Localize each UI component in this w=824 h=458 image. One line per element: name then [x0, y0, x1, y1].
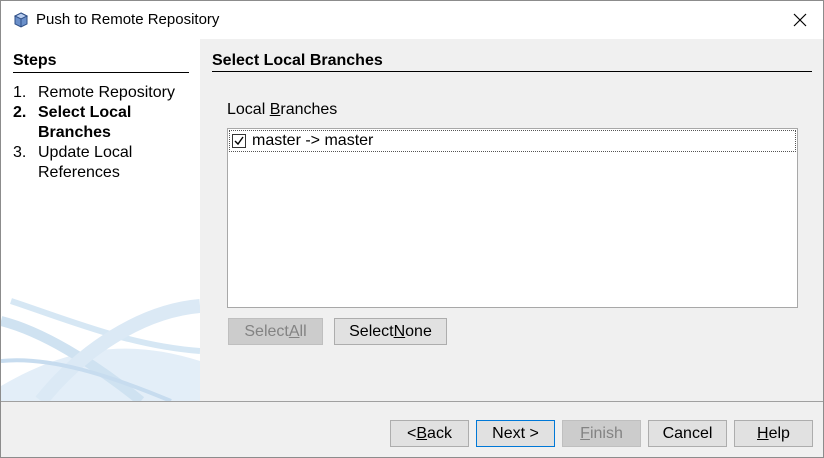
steps-heading: Steps: [13, 52, 57, 69]
checkmark-icon: [234, 136, 244, 146]
git-repository-icon: [13, 12, 29, 28]
branch-label: master -> master: [252, 132, 374, 149]
label-mnemonic: B: [269, 101, 281, 118]
label-suffix: inish: [589, 424, 623, 442]
step-number: 2.: [13, 104, 27, 121]
steps-divider: [13, 72, 189, 73]
content-pane: Select Local Branches Local Branches mas…: [200, 39, 823, 401]
close-icon: [793, 13, 807, 27]
label-suffix: ll: [299, 322, 307, 340]
local-branches-list[interactable]: master -> master: [227, 128, 798, 308]
step-label: Select Local Branches: [38, 104, 132, 141]
label-prefix: Local: [227, 101, 270, 118]
back-button[interactable]: < Back: [390, 420, 469, 447]
label-prefix: Select: [349, 322, 394, 340]
dialog-window: Push to Remote Repository Steps 1. Remot…: [0, 0, 824, 458]
step-label: Update Local References: [38, 144, 133, 181]
cancel-button[interactable]: Cancel: [648, 420, 727, 447]
step-label: Remote Repository: [38, 84, 175, 101]
select-all-button[interactable]: Select All: [228, 318, 323, 345]
next-button[interactable]: Next >: [476, 420, 555, 447]
list-item[interactable]: master -> master: [229, 130, 796, 152]
label-suffix: elp: [768, 424, 790, 442]
label-mnemonic: F: [580, 424, 590, 442]
step-item-select-local-branches: 2. Select Local Branches: [13, 103, 193, 143]
step-number: 3.: [13, 144, 27, 161]
window-title: Push to Remote Repository: [36, 11, 220, 28]
footer-bar: < Back Next > Finish Cancel Help: [1, 402, 823, 457]
page-title: Select Local Branches: [212, 52, 383, 69]
close-button[interactable]: [777, 1, 823, 39]
title-divider: [212, 71, 812, 72]
branch-checkbox[interactable]: [232, 134, 246, 148]
step-number: 1.: [13, 84, 27, 101]
label-prefix: <: [407, 424, 417, 442]
finish-button[interactable]: Finish: [562, 420, 641, 447]
steps-pane: Steps 1. Remote Repository 2. Select Loc…: [1, 39, 200, 401]
label-mnemonic: B: [416, 424, 428, 442]
label-mnemonic: A: [288, 322, 300, 340]
select-none-button[interactable]: Select None: [334, 318, 447, 345]
step-item-update-local-references: 3. Update Local References: [13, 143, 193, 183]
label-prefix: Select: [244, 322, 289, 340]
label-suffix: ack: [427, 424, 452, 442]
help-button[interactable]: Help: [734, 420, 813, 447]
step-item-remote-repository: 1. Remote Repository: [13, 83, 193, 103]
local-branches-label: Local Branches: [227, 101, 337, 119]
steps-list: 1. Remote Repository 2. Select Local Bra…: [13, 83, 193, 183]
title-bar: Push to Remote Repository: [1, 1, 823, 39]
wizard-decoration-graphic: [1, 298, 200, 401]
label-mnemonic: H: [757, 424, 769, 442]
label-mnemonic: N: [393, 322, 406, 340]
label-suffix: one: [405, 322, 432, 340]
label-suffix: ranches: [280, 101, 338, 118]
